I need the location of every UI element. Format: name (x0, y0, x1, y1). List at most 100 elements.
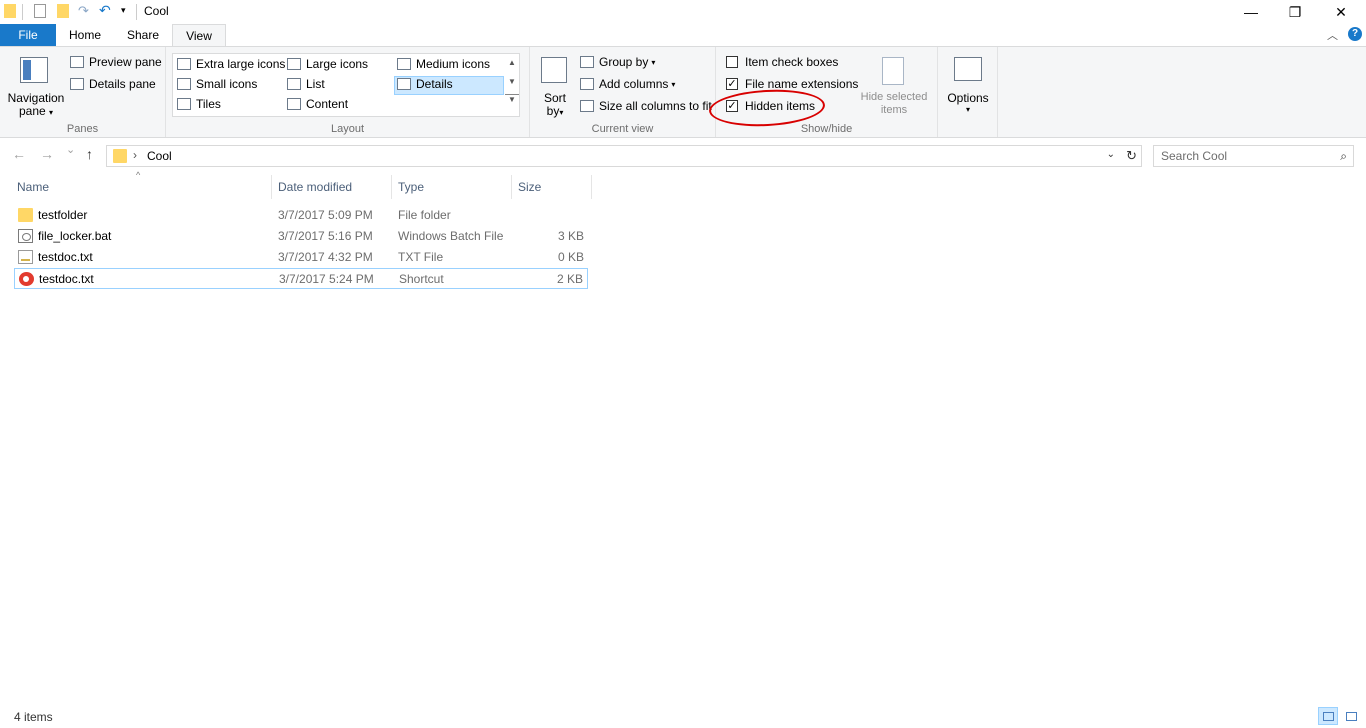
hide-selected-items-button[interactable]: Hide selected items (856, 53, 932, 117)
text-file-icon (18, 250, 33, 264)
file-row-selected[interactable]: testdoc.txt 3/7/2017 5:24 PM Shortcut 2 … (14, 268, 588, 289)
options-dropdown-icon: ▾ (965, 105, 970, 114)
details-view-button[interactable] (1318, 707, 1338, 725)
navigation-pane-button[interactable]: Navigation pane ▾ (6, 53, 66, 118)
group-by-icon (580, 56, 594, 68)
preview-pane-icon (70, 56, 84, 68)
forward-button[interactable]: → (40, 146, 54, 162)
undo-icon[interactable]: ↶ (99, 2, 111, 18)
extra-large-icons-icon (177, 58, 191, 70)
address-bar[interactable]: › Cool ⌄ ↻ (106, 145, 1142, 167)
up-button[interactable]: ↑ (86, 146, 93, 162)
scroll-down-icon[interactable]: ▼ (505, 77, 519, 86)
search-input[interactable] (1154, 146, 1330, 166)
tab-home[interactable]: Home (56, 24, 114, 46)
layout-option-label: Details (416, 77, 453, 91)
layout-list[interactable]: List (287, 77, 325, 91)
sort-icon (541, 57, 567, 83)
file-row[interactable]: file_locker.bat 3/7/2017 5:16 PM Windows… (14, 226, 588, 247)
customize-qa-icon[interactable]: ▾ (121, 5, 126, 21)
hide-selected-label: Hide selected (860, 91, 928, 103)
content-icon (287, 98, 301, 110)
layout-small-icons[interactable]: Small icons (177, 77, 257, 91)
file-row[interactable]: testfolder 3/7/2017 5:09 PM File folder (14, 205, 588, 226)
file-row[interactable]: testdoc.txt 3/7/2017 4:32 PM TXT File 0 … (14, 247, 588, 268)
layout-content[interactable]: Content (287, 97, 348, 111)
address-dropdown-icon[interactable]: ⌄ (1107, 149, 1115, 160)
redo-icon[interactable]: ↷ (78, 3, 89, 19)
large-icons-view-button[interactable] (1341, 707, 1361, 725)
item-check-boxes-checkbox[interactable] (726, 56, 738, 68)
layout-option-label: List (306, 77, 325, 91)
size-all-columns-button[interactable]: Size all columns to fit (580, 99, 712, 113)
group-by-label: Group by (599, 55, 649, 69)
preview-pane-label: Preview pane (89, 55, 162, 69)
window-title: Cool (144, 4, 169, 18)
maximize-button[interactable]: ❐ (1272, 0, 1318, 24)
layout-details[interactable]: Details (397, 77, 453, 91)
layout-gallery-scroll[interactable]: ▲ ▼ ▼ (505, 54, 519, 116)
preview-pane-button[interactable]: Preview pane (70, 55, 162, 69)
search-icon[interactable]: ⌕ (1340, 149, 1347, 164)
breadcrumb-separator[interactable]: › (133, 148, 137, 162)
item-check-boxes-toggle[interactable]: Item check boxes (726, 55, 838, 69)
folder-icon (18, 208, 33, 222)
folder-app-icon (4, 4, 16, 18)
column-header-size[interactable]: Size (512, 175, 592, 199)
back-button[interactable]: ← (12, 146, 26, 162)
list-icon (287, 78, 301, 90)
file-name-extensions-label: File name extensions (745, 77, 859, 91)
layout-large-icons[interactable]: Large icons (287, 57, 368, 71)
recent-locations-button[interactable]: ⌄ (66, 143, 75, 156)
details-pane-icon (70, 78, 84, 90)
file-name: testdoc.txt (38, 250, 93, 264)
tab-share[interactable]: Share (114, 24, 172, 46)
help-icon[interactable]: ? (1348, 27, 1362, 41)
size-columns-icon (580, 100, 594, 112)
file-type: TXT File (398, 250, 444, 264)
layout-tiles[interactable]: Tiles (177, 97, 221, 111)
file-size: 3 KB (557, 229, 584, 243)
shortcut-icon (19, 272, 34, 286)
properties-icon[interactable] (34, 4, 46, 18)
file-name: file_locker.bat (38, 229, 112, 243)
file-name-extensions-checkbox[interactable]: ✓ (726, 78, 738, 90)
group-label-panes: Panes (66, 123, 99, 135)
layout-medium-icons[interactable]: Medium icons (397, 57, 490, 71)
file-date: 3/7/2017 5:09 PM (278, 208, 373, 222)
qa-divider (22, 4, 23, 20)
column-header-date-modified[interactable]: Date modified (272, 175, 392, 199)
options-button[interactable]: Options ▾ (942, 53, 994, 117)
status-item-count: 4 items (14, 710, 53, 724)
layout-extra-large-icons[interactable]: Extra large icons (177, 57, 285, 71)
layout-option-label: Large icons (306, 57, 369, 71)
size-all-columns-label: Size all columns to fit (599, 99, 712, 113)
sort-by-button[interactable]: Sort by▾ (538, 53, 572, 118)
file-size: 2 KB (556, 272, 583, 286)
column-header-type[interactable]: Type (392, 175, 512, 199)
breadcrumb-cool[interactable]: Cool (147, 149, 172, 163)
search-box[interactable]: ⌕ (1153, 145, 1354, 167)
file-type: Shortcut (399, 272, 444, 286)
expand-gallery-icon[interactable]: ▼ (505, 94, 519, 104)
file-name: testdoc.txt (39, 272, 94, 286)
close-button[interactable]: ✕ (1318, 0, 1364, 24)
tab-file[interactable]: File (0, 24, 56, 46)
details-pane-button[interactable]: Details pane (70, 77, 156, 91)
scroll-up-icon[interactable]: ▲ (505, 58, 519, 67)
minimize-button[interactable]: — (1228, 0, 1274, 24)
tab-view[interactable]: View (172, 24, 226, 47)
refresh-icon[interactable]: ↻ (1126, 148, 1137, 164)
group-label-layout: Layout (330, 123, 365, 135)
group-by-button[interactable]: Group by ▾ (580, 55, 655, 69)
column-header-name[interactable]: Name (11, 175, 272, 199)
collapse-ribbon-icon[interactable]: ︿ (1327, 27, 1338, 43)
add-columns-button[interactable]: Add columns ▾ (580, 77, 675, 91)
ribbon: Navigation pane ▾ Preview pane Details p… (0, 46, 1366, 138)
item-check-boxes-label: Item check boxes (745, 55, 839, 69)
layout-option-label: Content (306, 97, 349, 111)
file-name-extensions-toggle[interactable]: ✓ File name extensions (726, 77, 858, 91)
hide-selected-label-line2: items (880, 104, 908, 116)
new-folder-icon[interactable] (57, 4, 69, 18)
options-label: Options (947, 91, 989, 105)
